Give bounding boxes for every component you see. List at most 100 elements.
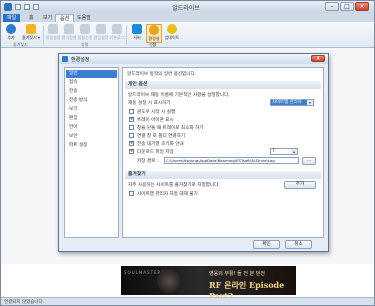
- chevron-down-icon: ▾: [307, 100, 313, 105]
- favorites-description: 자주 사용하는 사이트를 즐겨찾기로 지정합니다.: [128, 183, 220, 188]
- ribbon-toolbar: 추가 즐겨찾기 ▾ 정렬설정 열기정렬 정렬순정 컬럼설정 기본로그 서버 환경…: [1, 22, 374, 48]
- dialog-close-button[interactable]: X: [311, 55, 325, 62]
- option-checkbox-3[interactable]: [129, 133, 134, 138]
- star-icon: [26, 24, 36, 34]
- startup-display-select[interactable]: 사이트맵 관리자 ▾: [270, 99, 314, 106]
- gear-icon: [149, 25, 159, 35]
- nav-item-connection[interactable]: 접속: [66, 79, 117, 87]
- download-count-stepper[interactable]: 7 ▴: [270, 148, 298, 155]
- minimize-button[interactable]: –: [325, 2, 339, 11]
- ribbon-tabs: 파일 홈 보기 옵션 도움말: [1, 13, 374, 22]
- option-label-3: 연결 창 로 폴더 연결하기: [137, 134, 186, 139]
- download-count-value: 7: [272, 149, 275, 154]
- add-icon: [6, 24, 16, 34]
- sort-order-label: 정렬순정: [77, 35, 93, 40]
- column-sort-label: 열기정렬: [61, 35, 77, 40]
- close-button[interactable]: ×: [355, 2, 369, 11]
- sort-order-button[interactable]: 정렬순정: [77, 24, 93, 41]
- preferences-dialog: 환경설정 X 일반 접속 전송 전송 방식 보기 편집 언어 보안 파트 설정 …: [58, 53, 329, 252]
- preferences-button[interactable]: 환경설정: [146, 24, 162, 47]
- update-button[interactable]: 업데이트: [164, 24, 180, 41]
- ad-tagline: 영웅의 부활! 돌 전 본 던전: [209, 271, 265, 277]
- quick-access-menu-icon[interactable]: [33, 4, 39, 10]
- server-icon: [132, 24, 142, 34]
- stepper-arrows-icon: ▴: [291, 149, 297, 154]
- dialog-title-bar: 환경설정 X: [59, 54, 328, 64]
- nav-item-transfer-mode[interactable]: 전송 방식: [66, 97, 117, 105]
- settings-pane: 알드라이브 동작의 일반 옵션입니다. 개인 옵션 알드라이브 재동 이름에 기…: [122, 67, 324, 238]
- nav-item-edit[interactable]: 편집: [66, 115, 117, 123]
- tab-options[interactable]: 옵션: [55, 14, 75, 22]
- tab-help[interactable]: 도움말: [73, 14, 95, 22]
- browse-button[interactable]: ...: [302, 157, 316, 165]
- tab-home[interactable]: 홈: [25, 14, 38, 22]
- option-checkbox-5[interactable]: [129, 148, 134, 154]
- sort-settings-button[interactable]: 정렬설정: [45, 24, 61, 41]
- option-checkbox-2[interactable]: [129, 125, 134, 130]
- dialog-title: 환경설정: [71, 57, 90, 63]
- server-button[interactable]: 서버: [129, 24, 145, 41]
- option-checkbox-1[interactable]: [129, 116, 134, 122]
- sitemap-auto-label: 사이트맵 관리자 자동 대재 불기: [137, 192, 198, 197]
- ribbon-separator: [126, 25, 127, 45]
- columns-icon: [96, 24, 106, 34]
- ad-area: SOULMASTERS 영웅의 부활! 돌 전 본 던전 RF 온라인 Epis…: [1, 264, 374, 301]
- column-sort-icon: [64, 24, 74, 34]
- nav-item-transfer[interactable]: 전송: [66, 88, 117, 96]
- save-path-field[interactable]: C:\Users\Hwjung\AppData\Roaming\ESTsoft\…: [164, 157, 299, 164]
- ok-button[interactable]: 확인: [253, 240, 280, 249]
- pane-description: 알드라이브 동작의 일반 옵션입니다.: [127, 72, 197, 77]
- ribbon-separator: [43, 25, 44, 45]
- add-label: 추가: [7, 35, 15, 40]
- option-label-2: 창을 닫을 때 트레이로 최소화 하기: [137, 126, 204, 131]
- startup-label: 재동 설정 시 표시하기: [128, 101, 171, 106]
- favorites-label: 즐겨찾기 ▾: [22, 35, 40, 40]
- option-label-1: 트레이 아이콘 표시: [137, 118, 174, 123]
- favorites-dropdown-button[interactable]: 즐겨찾기 ▾: [21, 24, 41, 41]
- section-general-header: 개인 옵션: [125, 81, 321, 89]
- tab-view[interactable]: 보기: [39, 14, 56, 22]
- quick-access-save-icon[interactable]: [15, 4, 21, 10]
- quick-access-undo-icon[interactable]: [24, 4, 30, 10]
- ad-character-image: [157, 269, 181, 293]
- nav-item-general[interactable]: 일반: [66, 70, 117, 78]
- add-favorite-dialog-button[interactable]: 추가: [284, 181, 316, 189]
- preferences-nav: 일반 접속 전송 전송 방식 보기 편집 언어 보안 파트 설정: [64, 67, 119, 238]
- save-path-value: C:\Users\Hwjung\AppData\Roaming\ESTsoft\…: [166, 158, 275, 163]
- log-icon: [112, 24, 122, 34]
- option-checkbox-0[interactable]: [129, 109, 134, 114]
- column-settings-label: 컬럼설정: [93, 35, 109, 40]
- dialog-icon: [62, 56, 68, 62]
- option-label-5: 다운로드 파일 저장: [137, 150, 174, 155]
- update-icon: [167, 24, 177, 34]
- update-label: 업데이트: [164, 35, 180, 40]
- cancel-button[interactable]: 취소: [285, 240, 312, 249]
- sort-settings-label: 정렬설정: [45, 35, 61, 40]
- sitemap-auto-checkbox[interactable]: [129, 191, 134, 196]
- option-checkbox-4[interactable]: [129, 140, 134, 146]
- nav-item-language[interactable]: 언어: [66, 124, 117, 132]
- option-label-0: 윈도우 시작 시 실행: [137, 110, 176, 115]
- maximize-button[interactable]: □: [340, 2, 354, 11]
- server-label: 서버: [133, 35, 141, 40]
- default-log-button[interactable]: 기본로그: [109, 24, 125, 41]
- add-favorite-button[interactable]: 추가: [3, 24, 19, 41]
- status-bar: 연결되지 않았습니다.: [1, 297, 374, 305]
- save-path-label: 저장 경로 :: [137, 159, 159, 164]
- nav-item-part-settings[interactable]: 파트 설정: [66, 142, 117, 150]
- general-description: 알드라이브 재동 이름에 기본적인 사항을 설정합니다.: [128, 93, 230, 98]
- startup-display-value: 사이트맵 관리자: [272, 100, 302, 105]
- title-bar: 알드라이브 – □ ×: [1, 1, 374, 13]
- section-favorites-header: 즐겨찾기: [125, 171, 321, 179]
- nav-item-security[interactable]: 보안: [66, 133, 117, 141]
- ad-banner[interactable]: SOULMASTERS 영웅의 부활! 돌 전 본 던전 RF 온라인 Epis…: [121, 266, 296, 301]
- sort-icon: [48, 24, 58, 34]
- default-log-label: 기본로그: [109, 35, 125, 40]
- column-sort-button[interactable]: 열기정렬: [61, 24, 77, 41]
- option-label-4: 전송 대기열 초기화 안내: [137, 142, 184, 147]
- window-title: 알드라이브: [172, 5, 200, 12]
- tab-file[interactable]: 파일: [3, 14, 21, 22]
- sort-order-icon: [80, 24, 90, 34]
- nav-item-view[interactable]: 보기: [66, 106, 117, 114]
- column-settings-button[interactable]: 컬럼설정: [93, 24, 109, 41]
